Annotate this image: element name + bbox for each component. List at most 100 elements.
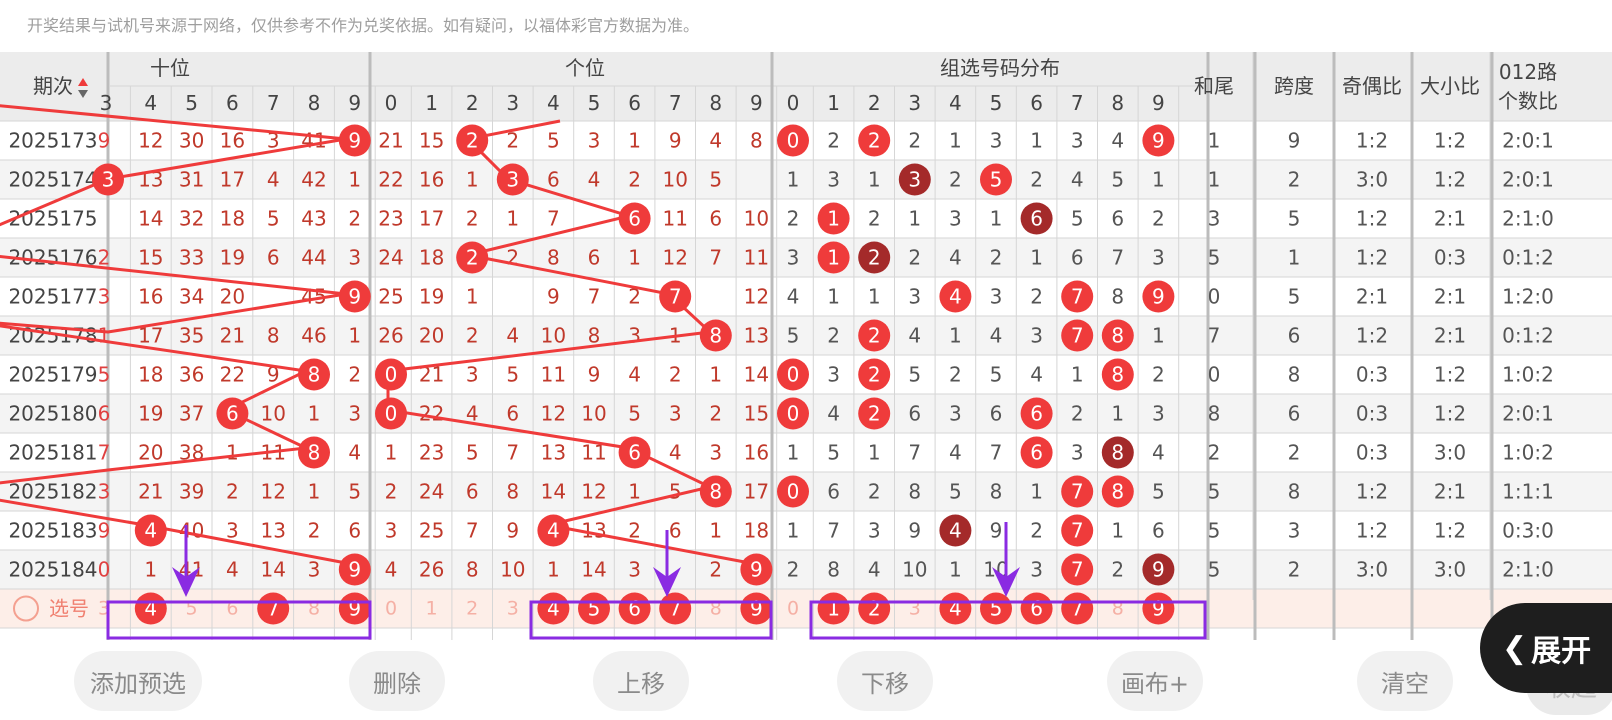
group-hit-ball-text: 7 bbox=[1071, 519, 1084, 543]
expand-label: 展开 bbox=[1531, 634, 1592, 669]
select-ones-ball: 9 bbox=[740, 592, 773, 625]
group-cell: 1 bbox=[908, 207, 921, 231]
add-preset-button[interactable]: 添加预选 bbox=[74, 651, 202, 711]
group-cell: 3 bbox=[787, 246, 800, 270]
group-cell: 5 bbox=[1152, 480, 1165, 504]
stat-cell: 2 bbox=[1288, 441, 1301, 465]
stat-cell: 1 bbox=[1288, 246, 1301, 270]
issue-number: 2025184 bbox=[8, 558, 97, 582]
group-cell: 8 bbox=[1111, 285, 1124, 309]
trend-chart[interactable]: 期次十位 个位 组选号码分布和尾 跨度 奇偶比 大小比012路个数比3 4 5 6 7 8 9 0 1 2 3… bbox=[0, 0, 1612, 648]
ones-cell: 5 bbox=[628, 402, 641, 426]
group-cell: 2 bbox=[787, 207, 800, 231]
tens-cell-clipped: 9 bbox=[98, 129, 111, 153]
group-hit-ball-text: 7 bbox=[1071, 480, 1084, 504]
ones-hit-ball-text: 7 bbox=[669, 285, 682, 309]
ones-cell: 8 bbox=[750, 129, 763, 153]
tens-cell: 5 bbox=[267, 207, 280, 231]
issue-number: 2025182 bbox=[8, 480, 97, 504]
stat-cell: 1:2 bbox=[1356, 480, 1388, 504]
ones-hit-ball: 0 bbox=[375, 397, 407, 430]
select-ones-ball-text: 4 bbox=[547, 597, 560, 621]
issue-number: 2025175 bbox=[8, 207, 97, 231]
ones-cell: 18 bbox=[419, 246, 444, 270]
big-small-header: 大小比 bbox=[1420, 74, 1480, 98]
ones-cell: 4 bbox=[669, 441, 682, 465]
group-cell: 8 bbox=[908, 480, 921, 504]
group-cell: 1 bbox=[1030, 129, 1043, 153]
tens-cell-clipped: 7 bbox=[98, 441, 111, 465]
group-cell: 2 bbox=[868, 207, 881, 231]
group-hit-ball: 2 bbox=[858, 241, 891, 274]
ones-cell: 23 bbox=[378, 207, 403, 231]
ones-cell: 11 bbox=[744, 246, 769, 270]
group-hit-ball: 2 bbox=[858, 397, 891, 430]
stat-cell: 0:3 bbox=[1434, 246, 1466, 270]
odd-even-header: 奇偶比 bbox=[1342, 74, 1402, 98]
stat-cell: 1:2 bbox=[1434, 168, 1466, 192]
canvas-button[interactable]: 画布+ bbox=[1107, 651, 1203, 711]
select-group-ball: 6 bbox=[1020, 592, 1053, 625]
clear-button[interactable]: 清空 bbox=[1357, 651, 1453, 711]
ones-group-header: 个位 bbox=[565, 56, 605, 80]
group-hit-ball-text: 6 bbox=[1030, 441, 1043, 465]
group-cell: 4 bbox=[1152, 441, 1165, 465]
tens-cell: 16 bbox=[138, 285, 163, 309]
group-cell: 5 bbox=[787, 324, 800, 348]
group-digit-header: 9 bbox=[1152, 91, 1165, 115]
group-cell: 3 bbox=[1152, 246, 1165, 270]
tens-cell: 19 bbox=[138, 402, 163, 426]
ones-cell: 3 bbox=[628, 558, 641, 582]
tens-cell: 3 bbox=[348, 246, 361, 270]
expand-button[interactable]: ❮ 展开 bbox=[1480, 603, 1612, 693]
ones-cell: 6 bbox=[506, 402, 519, 426]
ones-cell: 3 bbox=[385, 519, 398, 543]
tens-cell: 44 bbox=[301, 246, 326, 270]
stat-cell: 1:0:2 bbox=[1502, 441, 1554, 465]
ones-cell: 7 bbox=[547, 207, 560, 231]
group-hit-ball: 1 bbox=[817, 202, 850, 235]
tens-cell-clipped: 9 bbox=[98, 519, 111, 543]
ones-cell: 16 bbox=[419, 168, 444, 192]
select-ones-digit: 3 bbox=[507, 598, 519, 620]
stat-cell: 2:0:1 bbox=[1502, 402, 1554, 426]
ones-cell: 11 bbox=[662, 207, 687, 231]
group-cell: 3 bbox=[1071, 441, 1084, 465]
ones-hit-ball-text: 8 bbox=[709, 480, 722, 504]
group-cell: 1 bbox=[1152, 168, 1165, 192]
delete-button[interactable]: 删除 bbox=[349, 651, 445, 711]
select-tens-ball-text: 9 bbox=[348, 597, 361, 621]
ones-cell: 1 bbox=[628, 129, 641, 153]
ones-cell: 5 bbox=[466, 441, 479, 465]
move-down-button[interactable]: 下移 bbox=[837, 651, 933, 711]
ones-hit-ball: 2 bbox=[456, 241, 489, 274]
tens-digit-header: 8 bbox=[308, 91, 321, 115]
select-group-ball: 5 bbox=[980, 592, 1012, 625]
group-cell: 2 bbox=[949, 363, 962, 387]
ones-cell: 4 bbox=[506, 324, 519, 348]
stat-cell: 0:1:2 bbox=[1502, 324, 1554, 348]
group-hit-ball-text: 2 bbox=[868, 402, 881, 426]
group-hit-ball-text: 2 bbox=[868, 324, 881, 348]
tens-hit-ball: 8 bbox=[298, 436, 330, 469]
group-cell: 4 bbox=[1030, 363, 1043, 387]
select-group-ball-text: 6 bbox=[1030, 597, 1043, 621]
group-cell: 2 bbox=[908, 129, 921, 153]
group-cell: 6 bbox=[1111, 207, 1124, 231]
stat-cell: 5 bbox=[1208, 519, 1221, 543]
ones-cell: 7 bbox=[506, 441, 519, 465]
ones-cell: 4 bbox=[385, 558, 398, 582]
group-cell: 6 bbox=[908, 402, 921, 426]
tens-cell: 2 bbox=[348, 363, 361, 387]
group-cell: 2 bbox=[827, 129, 840, 153]
group-cell: 1 bbox=[949, 324, 962, 348]
group-hit-ball: 9 bbox=[1142, 553, 1175, 586]
move-up-button[interactable]: 上移 bbox=[593, 651, 689, 711]
ones-cell: 7 bbox=[709, 246, 722, 270]
ones-cell: 2 bbox=[709, 558, 722, 582]
tens-cell: 21 bbox=[138, 480, 163, 504]
stat-cell: 6 bbox=[1288, 402, 1301, 426]
ones-cell: 5 bbox=[547, 129, 560, 153]
ones-cell: 12 bbox=[744, 285, 769, 309]
tens-cell: 2 bbox=[348, 207, 361, 231]
